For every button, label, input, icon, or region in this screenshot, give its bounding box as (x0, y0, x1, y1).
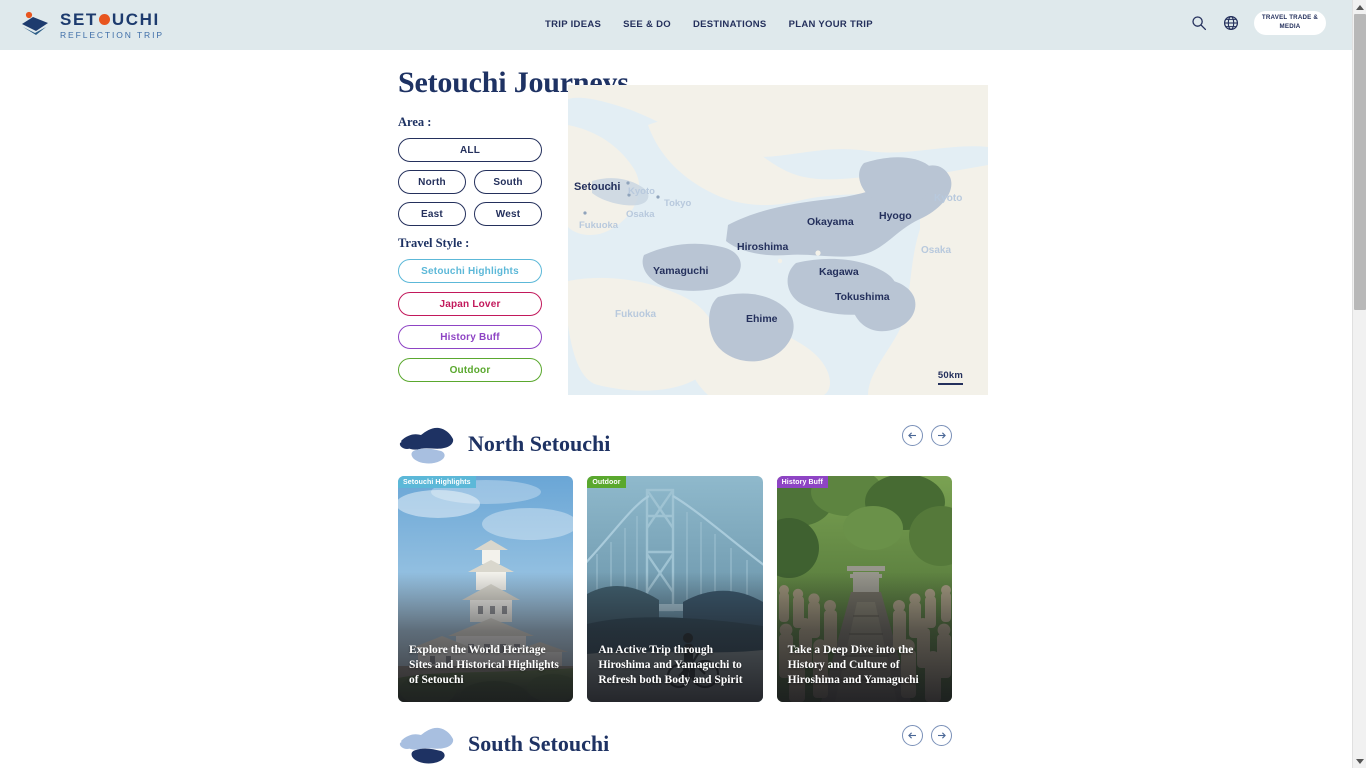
card-carousel-north: Setouchi Highlights Explore the World He… (398, 476, 952, 702)
map-label-kyoto: Kyoto (934, 193, 963, 204)
card-title: An Active Trip through Hiroshima and Yam… (598, 644, 743, 687)
carousel-next-south[interactable] (931, 725, 952, 746)
style-filter-outdoor[interactable]: Outdoor (398, 358, 542, 382)
carousel-controls-north (902, 425, 952, 446)
logo-word-a: SET (60, 9, 98, 29)
arrow-right-icon (938, 732, 946, 739)
logo-orange-dot-icon (99, 13, 111, 25)
map-label-osaka: Osaka (921, 245, 952, 256)
section-header-south: South Setouchi (398, 720, 952, 768)
area-filter-label: Area : (398, 115, 432, 129)
area-filter-all[interactable]: ALL (398, 138, 542, 162)
map-label-tokyo: Tokyo (664, 198, 692, 209)
style-filter-setouchi-highlights[interactable]: Setouchi Highlights (398, 259, 542, 283)
arrow-right-icon (938, 432, 946, 439)
card-title: Take a Deep Dive into the History and Cu… (787, 644, 919, 687)
map-scale-bar: 50km (937, 370, 963, 385)
travel-trade-media-button[interactable]: TRAVEL TRADE & MEDIA (1254, 11, 1326, 35)
page-root: SET UCHI REFLECTION TRIP TRIP IDEAS SEE … (0, 0, 1366, 768)
filter-panel: Area : ALL North South East West Travel … (398, 115, 544, 391)
nav-item-trip-ideas[interactable]: TRIP IDEAS (545, 19, 601, 30)
cta-line-1: TRAVEL TRADE & (1261, 14, 1319, 22)
area-filter-north[interactable]: North (398, 170, 466, 194)
area-filter-south[interactable]: South (474, 170, 542, 194)
logo-tagline: REFLECTION TRIP (60, 29, 164, 40)
logo-mark-icon (18, 10, 52, 40)
map-label-setouchi: Setouchi (574, 181, 621, 193)
arrow-left-icon (908, 732, 916, 739)
globe-icon[interactable] (1222, 14, 1240, 32)
card-title: Explore the World Heritage Sites and His… (409, 644, 559, 687)
area-filter-west[interactable]: West (474, 202, 542, 226)
scrollbar-thumb[interactable] (1354, 14, 1366, 310)
trip-card[interactable]: Outdoor An Active Trip through Hiroshima… (587, 476, 763, 702)
scrollbar-up-arrow-icon[interactable] (1353, 0, 1366, 14)
map-label-kyoto-inset: Kyoto (628, 186, 655, 197)
trip-card[interactable]: History Buff Take a Deep Dive into the H… (776, 476, 952, 702)
travel-style-filter-label: Travel Style : (398, 236, 470, 250)
map-label-hiroshima[interactable]: Hiroshima (737, 241, 788, 253)
map-label-yamaguchi[interactable]: Yamaguchi (653, 265, 708, 277)
cta-line-2: MEDIA (1279, 23, 1301, 30)
map-graphic (568, 85, 988, 395)
area-filter-row-1: North South (398, 170, 544, 194)
carousel-prev-north[interactable] (902, 425, 923, 446)
search-icon[interactable] (1190, 14, 1208, 32)
setouchi-region-map[interactable]: Setouchi Kyoto Tokyo Osaka Fukuoka Fukuo… (568, 85, 988, 395)
nav-item-plan-your-trip[interactable]: PLAN YOUR TRIP (789, 19, 873, 30)
map-label-fukuoka-inset: Fukuoka (579, 220, 619, 231)
nav-item-destinations[interactable]: DESTINATIONS (693, 19, 767, 30)
card-badge: Setouchi Highlights (398, 476, 476, 488)
header-actions: TRAVEL TRADE & MEDIA (1190, 11, 1326, 35)
north-setouchi-map-icon (398, 423, 456, 465)
map-label-tokushima[interactable]: Tokushima (835, 291, 890, 303)
logo-wordmark: SET UCHI (60, 11, 164, 28)
carousel-controls-south (902, 725, 952, 746)
logo-word-b: UCHI (111, 9, 160, 29)
map-label-hyogo[interactable]: Hyogo (879, 210, 912, 222)
section-north-setouchi: North Setouchi Setouchi Highlights Explo… (398, 420, 952, 702)
nav-item-see-and-do[interactable]: SEE & DO (623, 19, 671, 30)
map-label-ehime[interactable]: Ehime (746, 313, 778, 325)
arrow-left-icon (908, 432, 916, 439)
carousel-next-north[interactable] (931, 425, 952, 446)
map-label-kagawa[interactable]: Kagawa (819, 266, 859, 278)
map-label-fukuoka: Fukuoka (615, 309, 657, 320)
map-label-okayama[interactable]: Okayama (807, 216, 854, 228)
card-badge: Outdoor (587, 476, 626, 488)
section-title-south: South Setouchi (468, 731, 610, 756)
area-filter-row-2: East West (398, 202, 544, 226)
section-header-north: North Setouchi (398, 420, 952, 468)
site-header: SET UCHI REFLECTION TRIP TRIP IDEAS SEE … (0, 0, 1352, 50)
style-filter-history-buff[interactable]: History Buff (398, 325, 542, 349)
site-logo[interactable]: SET UCHI REFLECTION TRIP (18, 10, 164, 40)
section-title-north: North Setouchi (468, 431, 611, 456)
card-badge: History Buff (776, 476, 828, 488)
page-scrollbar[interactable] (1352, 0, 1366, 768)
carousel-prev-south[interactable] (902, 725, 923, 746)
style-filter-japan-lover[interactable]: Japan Lover (398, 292, 542, 316)
main-navigation: TRIP IDEAS SEE & DO DESTINATIONS PLAN YO… (545, 19, 873, 30)
south-setouchi-map-icon (398, 723, 456, 765)
scrollbar-down-arrow-icon[interactable] (1353, 754, 1366, 768)
trip-card[interactable]: Setouchi Highlights Explore the World He… (398, 476, 574, 702)
section-south-setouchi: South Setouchi (398, 720, 952, 768)
area-filter-east[interactable]: East (398, 202, 466, 226)
map-label-osaka-inset: Osaka (626, 209, 655, 220)
